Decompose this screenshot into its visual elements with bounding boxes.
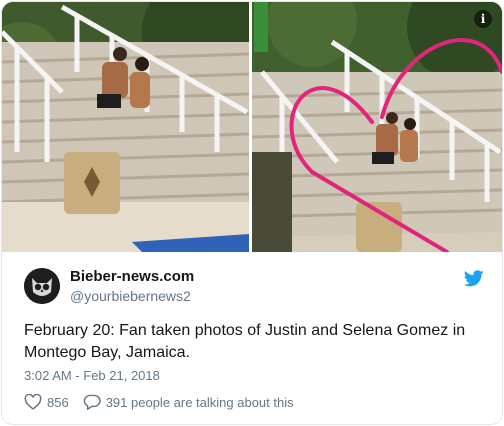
comment-icon [83,394,101,410]
avatar[interactable] [24,268,60,304]
timestamp[interactable]: 3:02 AM - Feb 21, 2018 [24,368,160,383]
tweet-media[interactable]: i [2,2,502,252]
owl-avatar-icon [24,268,60,304]
heart-icon [24,394,42,410]
tweet-text: February 20: Fan taken photos of Justin … [24,322,466,361]
like-button[interactable]: 856 [24,394,69,410]
twitter-bird-icon[interactable] [464,270,484,287]
info-icon[interactable]: i [474,10,492,28]
like-count: 856 [47,394,69,410]
author-handle[interactable]: @yourbiebernews2 [70,288,191,304]
photo-left-image [2,2,249,252]
tweet-actions: 856 391 people are talking about this [24,394,294,410]
comment-button[interactable]: 391 people are talking about this [83,394,294,410]
talking-count: 391 people are talking about this [105,394,294,410]
photo-left[interactable] [2,2,249,252]
tweet-header: Bieber-news.com @yourbiebernews2 [24,264,484,310]
photo-right[interactable]: i [252,2,502,252]
tweet-card[interactable]: i Bieber-news.com @yourbiebernews2 Febru… [1,1,503,425]
photo-right-image [252,2,502,252]
author-name[interactable]: Bieber-news.com [70,268,194,285]
